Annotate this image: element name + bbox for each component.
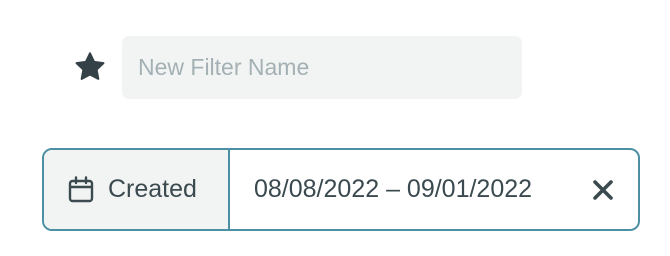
close-icon xyxy=(593,179,613,200)
calendar-icon xyxy=(68,175,94,202)
clear-filter-button[interactable] xyxy=(568,150,638,229)
star-icon[interactable] xyxy=(74,51,106,83)
filter-field-label: Created xyxy=(108,175,197,203)
filter-field-button[interactable]: Created xyxy=(44,150,230,229)
date-range-value[interactable]: 08/08/2022 – 09/01/2022 xyxy=(230,150,568,229)
filter-name-input[interactable] xyxy=(122,36,522,99)
date-filter-chip: Created 08/08/2022 – 09/01/2022 xyxy=(42,148,640,231)
filter-editor: Created 08/08/2022 – 09/01/2022 xyxy=(0,0,670,256)
